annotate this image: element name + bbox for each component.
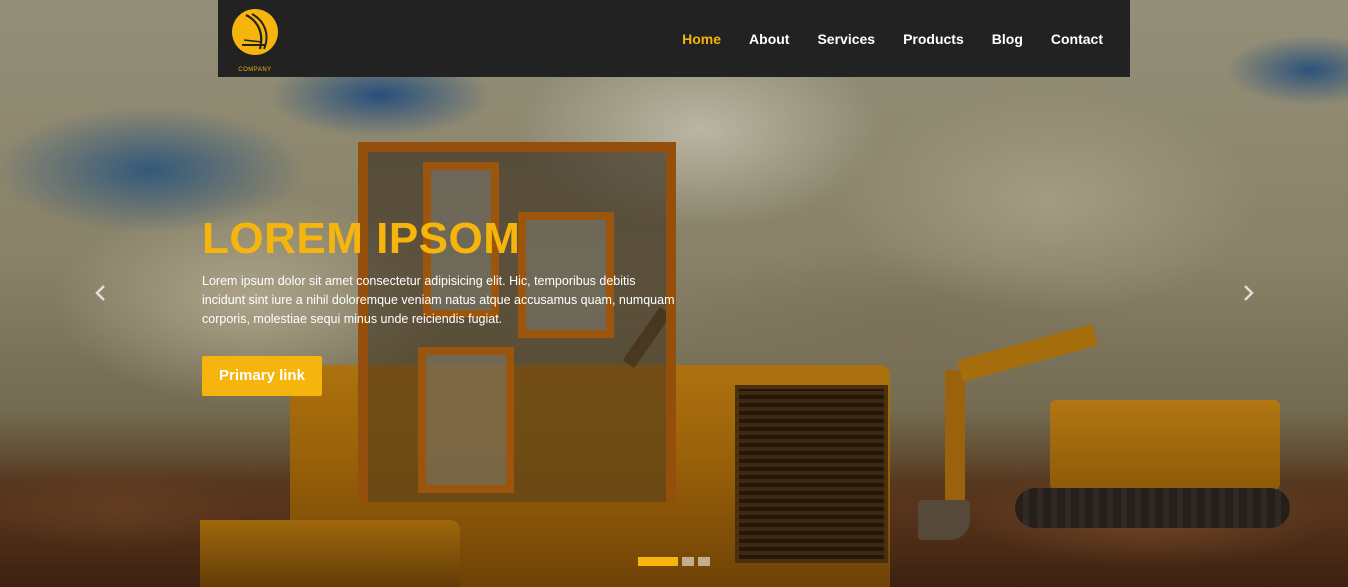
carousel-indicators	[638, 557, 710, 566]
carousel-next-button[interactable]	[1238, 283, 1258, 303]
carousel-prev-button[interactable]	[91, 283, 111, 303]
carousel-indicator-3[interactable]	[698, 557, 710, 566]
company-logo[interactable]: COMPANY	[230, 9, 280, 73]
nav-item-services[interactable]: Services	[817, 31, 875, 47]
carousel-indicator-2[interactable]	[682, 557, 694, 566]
nav-item-about[interactable]: About	[749, 31, 789, 47]
nav-item-products[interactable]: Products	[903, 31, 964, 47]
hero-title: LOREM IPSOM	[202, 214, 521, 263]
logo-icon	[232, 9, 278, 55]
nav-item-contact[interactable]: Contact	[1051, 31, 1103, 47]
nav-item-blog[interactable]: Blog	[992, 31, 1023, 47]
hero-description: Lorem ipsum dolor sit amet consectetur a…	[202, 274, 675, 326]
hero-carousel: COMPANY Home About Services Products Blo…	[0, 0, 1348, 587]
main-nav: Home About Services Products Blog Contac…	[654, 31, 1103, 47]
primary-link-button[interactable]: Primary link	[202, 356, 322, 396]
logo-text: COMPANY	[238, 67, 272, 73]
chevron-left-icon	[95, 285, 105, 301]
site-header: COMPANY Home About Services Products Blo…	[218, 0, 1130, 77]
carousel-indicator-1[interactable]	[638, 557, 678, 566]
hero-caption: LOREM IPSOM Lorem ipsum dolor sit amet c…	[202, 215, 682, 329]
chevron-right-icon	[1244, 285, 1254, 301]
nav-item-home[interactable]: Home	[682, 31, 721, 47]
